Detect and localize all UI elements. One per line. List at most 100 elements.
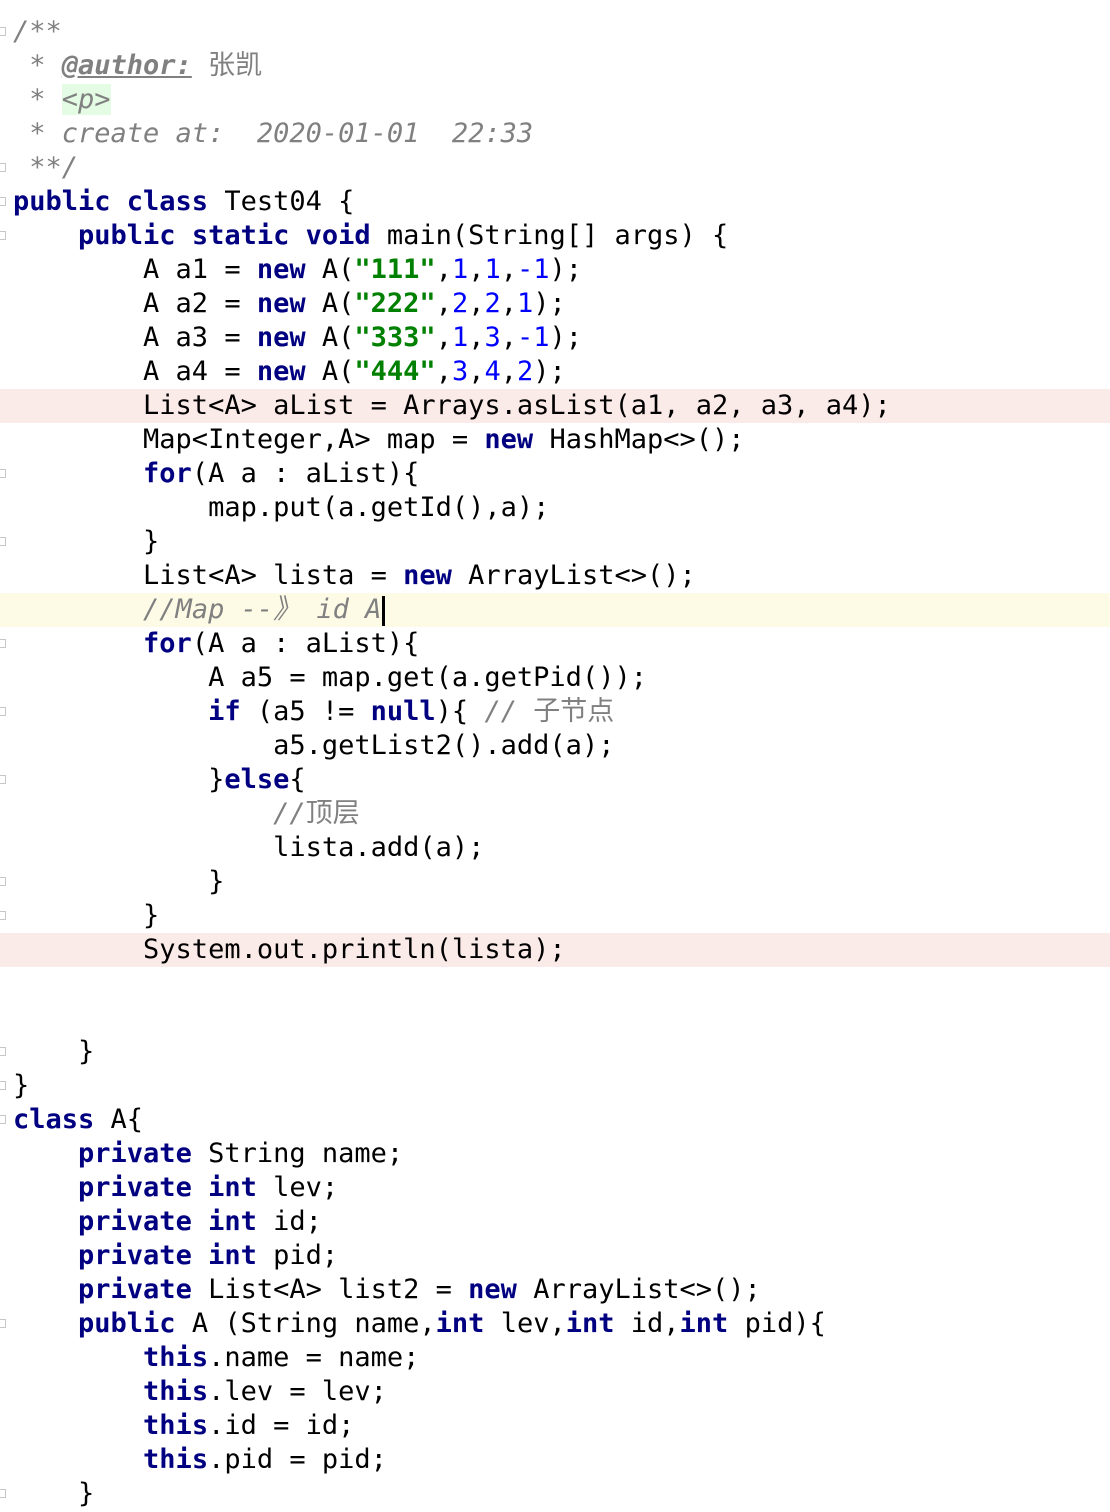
code-line[interactable]: public A (String name,int lev,int id,int… <box>0 1307 1110 1341</box>
code-token: public <box>78 1308 176 1339</box>
code-token: 2 <box>517 356 534 387</box>
code-line[interactable]: private List<A> list2 = new ArrayList<>(… <box>0 1273 1110 1307</box>
code-token: new <box>256 356 306 387</box>
code-line[interactable]: } <box>0 1035 1110 1069</box>
code-line[interactable]: List<A> lista = new ArrayList<>(); <box>0 559 1110 593</box>
code-token: List<A> list2 = <box>191 1274 469 1305</box>
code-line[interactable]: } <box>0 1477 1110 1511</box>
code-line[interactable]: A a4 = new A("444",3,4,2); <box>0 355 1110 389</box>
code-token: , <box>435 254 452 285</box>
code-text: this.lev = lev; <box>13 1375 387 1409</box>
code-line[interactable]: * create at: 2020-01-01 22:33 <box>0 117 1110 151</box>
code-text: private int id; <box>13 1205 322 1239</box>
code-line[interactable]: } <box>0 865 1110 899</box>
code-line[interactable]: * <p> <box>0 83 1110 117</box>
fold-marker-icon[interactable] <box>0 163 6 172</box>
fold-marker-icon[interactable] <box>0 775 6 784</box>
code-line[interactable]: this.id = id; <box>0 1409 1110 1443</box>
code-line[interactable]: private int id; <box>0 1205 1110 1239</box>
code-line[interactable]: **/ <box>0 151 1110 185</box>
code-text: public class Test04 { <box>13 185 354 219</box>
code-line[interactable]: for(A a : aList){ <box>0 457 1110 491</box>
code-line[interactable]: A a1 = new A("111",1,1,-1); <box>0 253 1110 287</box>
fold-marker-icon[interactable] <box>0 1319 6 1328</box>
code-line[interactable]: public static void main(String[] args) { <box>0 219 1110 253</box>
code-line[interactable]: System.out.println(lista); <box>0 933 1110 967</box>
code-line[interactable]: this.pid = pid; <box>0 1443 1110 1477</box>
fold-marker-icon[interactable] <box>0 911 6 920</box>
code-token: 3 <box>484 322 501 353</box>
code-line[interactable]: } <box>0 525 1110 559</box>
code-token: 2 <box>451 288 469 319</box>
code-token: , <box>468 322 485 353</box>
code-line[interactable]: /** <box>0 15 1110 49</box>
code-line[interactable]: A a2 = new A("222",2,2,1); <box>0 287 1110 321</box>
code-token: id, <box>614 1308 680 1339</box>
code-line[interactable]: if (a5 != null){ // 子节点 <box>0 695 1110 729</box>
code-line[interactable]: A a3 = new A("333",1,3,-1); <box>0 321 1110 355</box>
text-caret <box>382 595 386 626</box>
code-line[interactable]: Map<Integer,A> map = new HashMap<>(); <box>0 423 1110 457</box>
code-line[interactable]: } <box>0 1069 1110 1103</box>
code-text: /** <box>13 15 62 49</box>
code-token: pid; <box>256 1240 339 1271</box>
code-line[interactable]: for(A a : aList){ <box>0 627 1110 661</box>
code-token: System.out.println(lista); <box>13 934 566 965</box>
code-line[interactable]: this.name = name; <box>0 1341 1110 1375</box>
code-token: 2 <box>484 288 501 319</box>
code-line[interactable]: map.put(a.getId(),a); <box>0 491 1110 525</box>
code-line[interactable]: //Map --》 id A <box>0 593 1110 627</box>
code-line[interactable]: } <box>0 899 1110 933</box>
code-line[interactable]: this.lev = lev; <box>0 1375 1110 1409</box>
code-line[interactable]: public class Test04 { <box>0 185 1110 219</box>
code-token: else <box>224 764 290 795</box>
code-token: -1 <box>517 254 550 285</box>
fold-marker-icon[interactable] <box>0 1115 6 1124</box>
code-token: private int <box>78 1240 257 1271</box>
fold-marker-icon[interactable] <box>0 1047 6 1056</box>
code-line[interactable] <box>0 967 1110 1001</box>
fold-marker-icon[interactable] <box>0 707 6 716</box>
code-token: @author: <box>61 50 192 81</box>
code-line[interactable]: }else{ <box>0 763 1110 797</box>
code-text: private int pid; <box>13 1239 338 1273</box>
fold-marker-icon[interactable] <box>0 537 6 546</box>
code-line[interactable]: private int pid; <box>0 1239 1110 1273</box>
code-text: this.id = id; <box>13 1409 354 1443</box>
code-line[interactable]: lista.add(a); <box>0 831 1110 865</box>
code-token: .lev = lev; <box>208 1376 387 1407</box>
code-token: null <box>370 696 436 727</box>
code-line[interactable] <box>0 1001 1110 1035</box>
code-token: * create at: 2020-01-01 22:33 <box>13 118 534 149</box>
code-line[interactable]: class A{ <box>0 1103 1110 1137</box>
code-line[interactable]: //顶层 <box>0 797 1110 831</box>
code-line[interactable]: A a5 = map.get(a.getPid()); <box>0 661 1110 695</box>
code-token: 4 <box>484 356 501 387</box>
fold-marker-icon[interactable] <box>0 1489 6 1498</box>
code-line[interactable]: a5.getList2().add(a); <box>0 729 1110 763</box>
fold-marker-icon[interactable] <box>0 197 6 206</box>
code-token: int <box>435 1308 485 1339</box>
fold-marker-icon[interactable] <box>0 469 6 478</box>
code-line[interactable]: List<A> aList = Arrays.asList(a1, a2, a3… <box>0 389 1110 423</box>
fold-marker-icon[interactable] <box>0 639 6 648</box>
fold-marker-icon[interactable] <box>0 1081 6 1090</box>
code-text: System.out.println(lista); <box>13 933 566 967</box>
fold-marker-icon[interactable] <box>0 877 6 886</box>
code-line[interactable]: * @author: 张凯 <box>0 49 1110 83</box>
code-editor[interactable]: /** * @author: 张凯 * <p> * create at: 202… <box>0 0 1110 1512</box>
fold-marker-icon[interactable] <box>0 231 6 240</box>
code-text: //Map --》 id A <box>13 593 386 627</box>
code-line[interactable]: private int lev; <box>0 1171 1110 1205</box>
code-line[interactable]: private String name; <box>0 1137 1110 1171</box>
code-text: } <box>13 525 159 559</box>
code-token: A( <box>305 356 355 387</box>
fold-marker-icon[interactable] <box>0 27 6 36</box>
